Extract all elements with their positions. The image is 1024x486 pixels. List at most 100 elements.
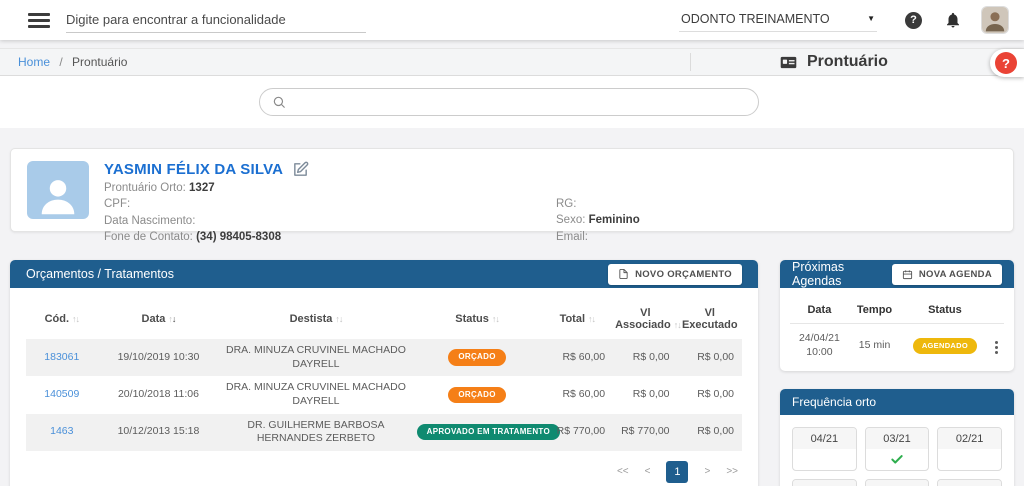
page-title-text: Prontuário: [807, 53, 888, 71]
agendas-panel-header: Próximas Agendas NOVA AGENDA: [780, 260, 1014, 288]
patient-birth-field: Data Nascimento:: [104, 213, 556, 229]
help-icon[interactable]: ?: [905, 12, 922, 29]
agenda-col-status: Status: [900, 297, 989, 324]
document-icon: [618, 268, 629, 280]
patient-fields-left: Prontuário Orto: 1327 CPF: Data Nascimen…: [104, 180, 556, 245]
budget-total: R$ 60,00: [542, 376, 614, 413]
frequency-grid: 04/21 03/21 02/21 01/21: [780, 415, 1014, 486]
budgets-table: Cód.↑↓ Data↑↓ Destista↑↓ Status↑↓ Total↑…: [26, 301, 742, 451]
header-divider: [690, 53, 691, 71]
budget-dentist: DR. GUILHERME BARBOSA HERNANDES ZERBETO: [219, 414, 412, 451]
right-column: Próximas Agendas NOVA AGENDA Data Tempo …: [780, 260, 1014, 486]
agenda-col-time: Tempo: [849, 297, 900, 324]
budget-code-link[interactable]: 1463: [50, 425, 73, 437]
pagination-current-page[interactable]: 1: [666, 461, 688, 483]
pagination: << < 1 > >>: [30, 461, 738, 486]
page-title: Prontuário: [778, 49, 888, 75]
col-header-total[interactable]: Total↑↓: [542, 301, 614, 339]
patient-email-field: Email:: [556, 229, 640, 245]
agenda-col-actions: [990, 297, 1004, 324]
month-card[interactable]: 12/20: [865, 479, 930, 486]
sort-icon-active: ↑↓: [168, 314, 175, 324]
user-avatar[interactable]: [982, 7, 1008, 33]
col-header-dentist[interactable]: Destista↑↓: [219, 301, 412, 339]
budgets-panel: Orçamentos / Tratamentos NOVO ORÇAMENTO …: [10, 260, 758, 486]
question-mark-icon: ?: [995, 52, 1017, 74]
budget-total: R$ 60,00: [542, 339, 614, 376]
agenda-status-badge: AGENDADO: [913, 338, 977, 354]
patient-rg-field: RG:: [556, 196, 640, 212]
budgets-panel-header: Orçamentos / Tratamentos NOVO ORÇAMENTO: [10, 260, 758, 288]
edit-patient-icon[interactable]: [292, 161, 309, 178]
pagination-first[interactable]: <<: [617, 466, 629, 477]
patient-name: YASMIN FÉLIX DA SILVA: [104, 161, 283, 178]
kebab-menu-icon[interactable]: [993, 339, 1000, 356]
frequency-panel-header: Frequência orto: [780, 389, 1014, 415]
pagination-prev[interactable]: <: [645, 466, 651, 477]
patient-fields-right: RG: Sexo: Feminino Email:: [556, 180, 640, 245]
breadcrumb-current: Prontuário: [72, 55, 127, 69]
patient-record-field: Prontuário Orto: 1327: [104, 180, 556, 196]
col-header-code[interactable]: Cód.↑↓: [26, 301, 98, 339]
budget-row: 140509 20/10/2018 11:06 DRA. MINUZA CRUV…: [26, 376, 742, 413]
month-card[interactable]: 11/20: [937, 479, 1002, 486]
sort-icon: ↑↓: [335, 314, 342, 324]
month-card[interactable]: 04/21: [792, 427, 857, 471]
col-header-status[interactable]: Status↑↓: [413, 301, 542, 339]
patient-search: [259, 88, 759, 116]
breadcrumb-separator: /: [59, 55, 62, 69]
clinic-select-value: ODONTO TREINAMENTO: [681, 12, 830, 26]
budget-associated: R$ 770,00: [613, 414, 677, 451]
search-icon: [272, 95, 286, 109]
caret-down-icon: ▼: [867, 14, 875, 23]
main-content: Orçamentos / Tratamentos NOVO ORÇAMENTO …: [10, 260, 1014, 486]
function-search-input[interactable]: [66, 8, 366, 33]
new-budget-button[interactable]: NOVO ORÇAMENTO: [608, 264, 742, 285]
sort-icon: ↑↓: [588, 314, 595, 324]
breadcrumb-bar: Home / Prontuário Prontuário ?: [0, 48, 1024, 76]
record-card-icon: [778, 54, 799, 71]
clinic-select[interactable]: ODONTO TREINAMENTO ▼: [679, 9, 877, 32]
budget-row: 1463 10/12/2013 15:18 DR. GUILHERME BARB…: [26, 414, 742, 451]
month-card[interactable]: 03/21: [865, 427, 930, 471]
budget-code-link[interactable]: 140509: [44, 388, 79, 400]
agenda-date: 24/04/2110:00: [790, 324, 849, 372]
patient-info: YASMIN FÉLIX DA SILVA Prontuário Orto: 1…: [104, 161, 997, 219]
agendas-table: Data Tempo Status 24/04/2110:00 15 min A…: [790, 297, 1004, 371]
budget-date: 19/10/2019 10:30: [98, 339, 220, 376]
status-badge: ORÇADO: [448, 349, 505, 365]
menu-icon[interactable]: [28, 13, 50, 28]
patient-sex-field: Sexo: Feminino: [556, 212, 640, 228]
left-column: Orçamentos / Tratamentos NOVO ORÇAMENTO …: [10, 260, 758, 486]
agenda-duration: 15 min: [849, 324, 900, 372]
budget-date: 20/10/2018 11:06: [98, 376, 220, 413]
col-header-associated[interactable]: Vl Associado↑↓: [613, 301, 677, 339]
breadcrumb-home-link[interactable]: Home: [18, 55, 50, 69]
bell-icon[interactable]: [944, 11, 962, 29]
col-header-date[interactable]: Data↑↓: [98, 301, 220, 339]
budget-executed: R$ 0,00: [678, 414, 742, 451]
sort-icon: ↑↓: [72, 314, 79, 324]
topbar: ODONTO TREINAMENTO ▼ ?: [0, 0, 1024, 40]
patient-search-input[interactable]: [294, 95, 746, 109]
patient-phone-field: Fone de Contato: (34) 98405-8308: [104, 229, 556, 245]
budget-date: 10/12/2013 15:18: [98, 414, 220, 451]
col-header-executed[interactable]: Vl Executado: [678, 301, 742, 339]
frequency-panel-title: Frequência orto: [792, 395, 876, 409]
check-icon: [888, 452, 906, 466]
budget-dentist: DRA. MINUZA CRUVINEL MACHADO DAYRELL: [219, 339, 412, 376]
frequency-panel: Frequência orto 04/21 03/21 02/21: [780, 389, 1014, 486]
new-agenda-button[interactable]: NOVA AGENDA: [892, 264, 1002, 285]
sort-icon: ↑↓: [492, 314, 499, 324]
status-badge: APROVADO EM TRATAMENTO: [417, 424, 560, 440]
sort-icon: ↑↓: [674, 320, 681, 330]
agendas-panel: Próximas Agendas NOVA AGENDA Data Tempo …: [780, 260, 1014, 371]
support-button[interactable]: ?: [990, 49, 1024, 77]
budget-code-link[interactable]: 183061: [44, 351, 79, 363]
month-card[interactable]: 02/21: [937, 427, 1002, 471]
pagination-last[interactable]: >>: [726, 466, 738, 477]
status-badge: ORÇADO: [448, 387, 505, 403]
month-card[interactable]: 01/21: [792, 479, 857, 486]
pagination-next[interactable]: >: [704, 466, 710, 477]
budget-dentist: DRA. MINUZA CRUVINEL MACHADO DAYRELL: [219, 376, 412, 413]
